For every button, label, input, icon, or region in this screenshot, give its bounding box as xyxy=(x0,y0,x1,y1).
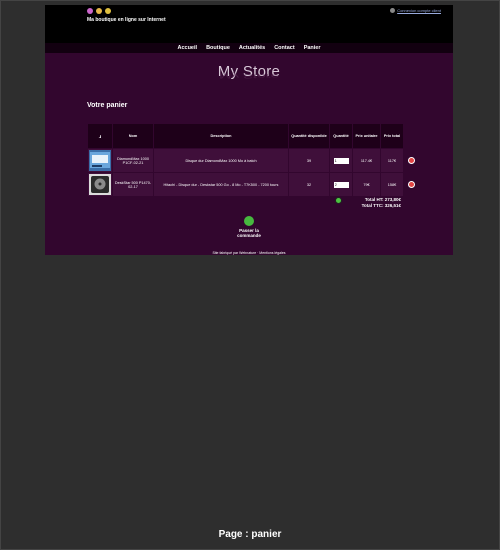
column-header-unit-price: Prix unitaire xyxy=(352,123,381,149)
update-cart-icon[interactable] xyxy=(335,197,342,204)
page-caption: Page : panier xyxy=(218,529,282,540)
site-footer: Site fabriqué par Webnature · Mentions l… xyxy=(212,251,286,255)
nav-item-contact[interactable]: Contact xyxy=(274,45,294,51)
checkout-icon[interactable] xyxy=(244,216,254,226)
nav-item-shop[interactable]: Boutique xyxy=(206,45,230,51)
site-tagline: Ma boutique en ligne sur Internet xyxy=(87,17,166,23)
flag-icon[interactable] xyxy=(96,8,102,14)
place-order-button[interactable]: Passer la commande xyxy=(227,216,271,238)
main-nav: Accueil Boutique Actualités Contact Pani… xyxy=(45,43,453,53)
table-row: DeskStar 500 P1470-02-17 Hitachi - Disqu… xyxy=(87,172,419,197)
line-total: 117€ xyxy=(380,148,404,173)
place-order-label[interactable]: Passer la commande xyxy=(227,228,271,238)
brand-icon: ⅃ xyxy=(87,123,113,149)
product-description: Disque dur DiamondMax 1000 Mo à batch xyxy=(153,148,289,173)
cart-table: ⅃ Nom Description Quantité disponible Qu… xyxy=(87,123,419,197)
table-header-row: ⅃ Nom Description Quantité disponible Qu… xyxy=(87,123,419,149)
site-screenshot: Ma boutique en ligne sur Internet Connex… xyxy=(45,5,453,255)
product-thumbnail-cell xyxy=(87,148,113,173)
column-header-description: Description xyxy=(153,123,289,149)
quantity-input[interactable] xyxy=(333,181,349,188)
product-stock: 32 xyxy=(288,172,330,197)
column-header-stock: Quantité disponible xyxy=(288,123,330,149)
hard-drive-image[interactable] xyxy=(89,150,111,171)
delete-icon[interactable] xyxy=(407,157,415,164)
flag-icon[interactable] xyxy=(105,8,111,14)
product-name[interactable]: DiamondMax 1000 P1CF-02-21 xyxy=(112,148,154,173)
store-logo-reflection: My Store xyxy=(218,72,279,79)
login-link[interactable]: Connexion compte client xyxy=(397,8,441,13)
column-header-total: Prix total xyxy=(380,123,404,149)
login-area: Connexion compte client xyxy=(390,8,441,13)
product-thumbnail-cell xyxy=(87,172,113,197)
flag-icon[interactable] xyxy=(87,8,93,14)
delete-icon[interactable] xyxy=(407,181,415,188)
quantity-input[interactable] xyxy=(333,157,349,164)
product-name[interactable]: DeskStar 500 P1470-02-17 xyxy=(112,172,154,197)
quantity-cell xyxy=(329,148,353,173)
column-header-name: Nom xyxy=(112,123,154,149)
product-stock: 39 xyxy=(288,148,330,173)
top-bar: Ma boutique en ligne sur Internet Connex… xyxy=(45,5,453,43)
hard-drive-image[interactable] xyxy=(89,174,111,195)
total-ttc: Total TTC: 326,51€ xyxy=(361,203,401,208)
cart-title: Votre panier xyxy=(87,102,128,109)
unit-price: 117.4€ xyxy=(352,148,381,173)
table-row: DiamondMax 1000 P1CF-02-21 Disque dur Di… xyxy=(87,148,419,173)
product-description: Hitachi - Disque dur - Deskstar 500 Go -… xyxy=(153,172,289,197)
quantity-cell xyxy=(329,172,353,197)
language-flags xyxy=(87,8,111,14)
nav-item-cart[interactable]: Panier xyxy=(304,45,321,51)
user-icon xyxy=(390,8,396,13)
line-total: 158€ xyxy=(380,172,404,197)
column-header-quantity: Quantité xyxy=(329,123,353,149)
cart-totals: Total HT: 273,80€ Total TTC: 326,51€ xyxy=(350,197,401,209)
nav-item-home[interactable]: Accueil xyxy=(177,45,197,51)
unit-price: 79€ xyxy=(352,172,381,197)
nav-item-news[interactable]: Actualités xyxy=(239,45,265,51)
